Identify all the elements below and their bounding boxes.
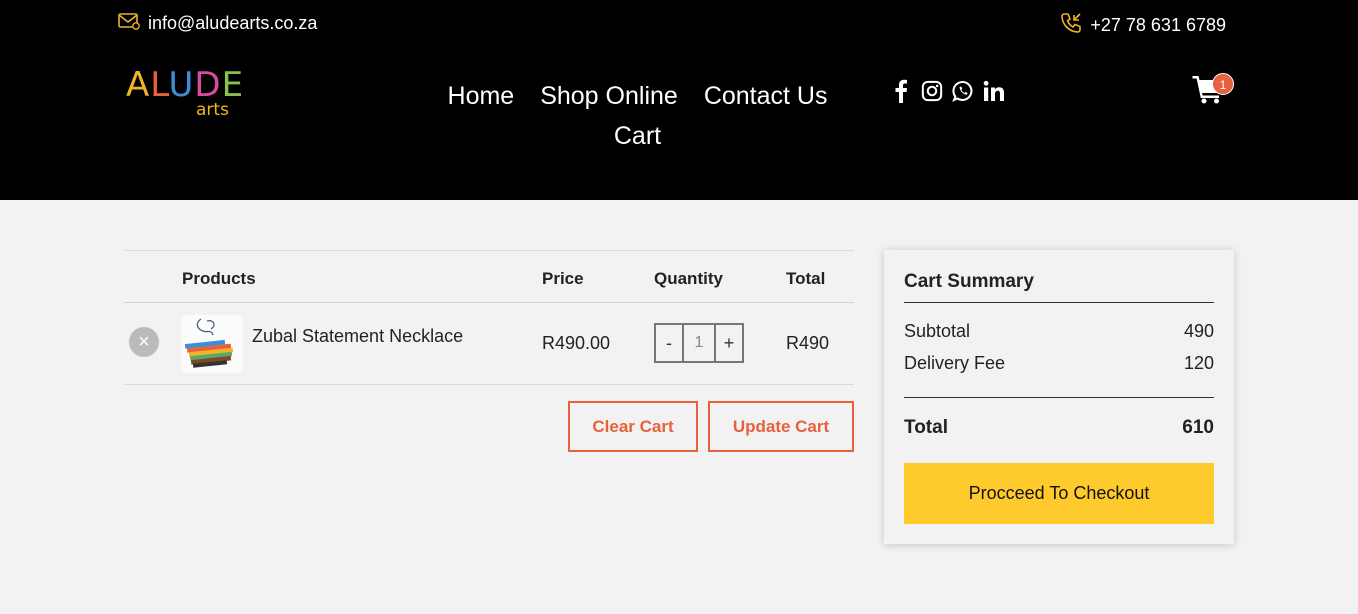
instagram-icon[interactable] <box>921 78 943 104</box>
nav-cart[interactable]: Cart <box>614 116 661 156</box>
product-price: R490.00 <box>542 333 611 353</box>
subtotal-label: Subtotal <box>904 321 971 341</box>
total-label: Total <box>904 417 948 438</box>
topbar-phone[interactable]: +27 78 631 6789 <box>1060 12 1226 39</box>
cart-summary-title: Cart Summary <box>904 271 1034 292</box>
total-value: 610 <box>1182 417 1214 438</box>
site-header: info@aludearts.co.za +27 78 631 6789 ALU… <box>0 0 1358 200</box>
logo-subtext: arts <box>196 100 229 120</box>
cart-count-badge: 1 <box>1212 73 1234 95</box>
remove-item-button[interactable]: × <box>129 327 159 357</box>
row-total: R490 <box>786 333 830 353</box>
logo-wordmark: ALUDE <box>126 65 245 105</box>
facebook-icon[interactable] <box>890 78 912 104</box>
cart-summary-panel: Cart Summary Subtotal 490 Delivery Fee 1… <box>884 250 1234 544</box>
header-products: Products <box>182 269 256 288</box>
summary-delivery-row: Delivery Fee 120 <box>904 353 1214 374</box>
product-thumbnail[interactable] <box>181 315 243 373</box>
proceed-to-checkout-button[interactable]: Procceed To Checkout <box>904 463 1214 524</box>
header-quantity: Quantity <box>654 269 723 288</box>
topbar-email[interactable]: info@aludearts.co.za <box>118 12 317 35</box>
header-price: Price <box>542 269 584 288</box>
summary-subtotal-row: Subtotal 490 <box>904 321 1214 342</box>
phone-text[interactable]: +27 78 631 6789 <box>1090 15 1226 36</box>
summary-divider-bottom <box>904 397 1214 398</box>
update-cart-button[interactable]: Update Cart <box>708 401 854 452</box>
nav-shop-online[interactable]: Shop Online <box>540 76 678 116</box>
social-links <box>890 78 1005 104</box>
cart-table: Products Price Quantity Total × Zubal St… <box>124 250 854 385</box>
whatsapp-icon[interactable] <box>952 78 974 104</box>
quantity-stepper: - 1 + <box>654 323 744 363</box>
table-header-row: Products Price Quantity Total <box>124 250 854 303</box>
nav-contact-us[interactable]: Contact Us <box>704 76 828 116</box>
linkedin-icon[interactable] <box>983 78 1005 104</box>
email-icon <box>118 12 140 35</box>
summary-divider-top <box>904 302 1214 303</box>
product-name[interactable]: Zubal Statement Necklace <box>252 326 463 347</box>
qty-input[interactable]: 1 <box>684 323 714 363</box>
main-nav: Home Shop Online Contact Us Cart <box>425 76 850 156</box>
phone-icon <box>1060 12 1082 39</box>
clear-cart-button[interactable]: Clear Cart <box>568 401 698 452</box>
subtotal-value: 490 <box>1183 321 1214 341</box>
delivery-label: Delivery Fee <box>904 353 1006 373</box>
table-row: × Zubal Statement Necklace R490.00 - 1 +… <box>124 303 854 385</box>
email-text[interactable]: info@aludearts.co.za <box>148 13 317 34</box>
summary-total-row: Total 610 <box>904 417 1214 439</box>
site-logo[interactable]: ALUDE arts <box>126 65 245 124</box>
nav-home[interactable]: Home <box>448 76 515 116</box>
header-total: Total <box>786 269 826 288</box>
delivery-value: 120 <box>1183 353 1214 373</box>
qty-decrease-button[interactable]: - <box>654 323 684 363</box>
qty-increase-button[interactable]: + <box>714 323 744 363</box>
